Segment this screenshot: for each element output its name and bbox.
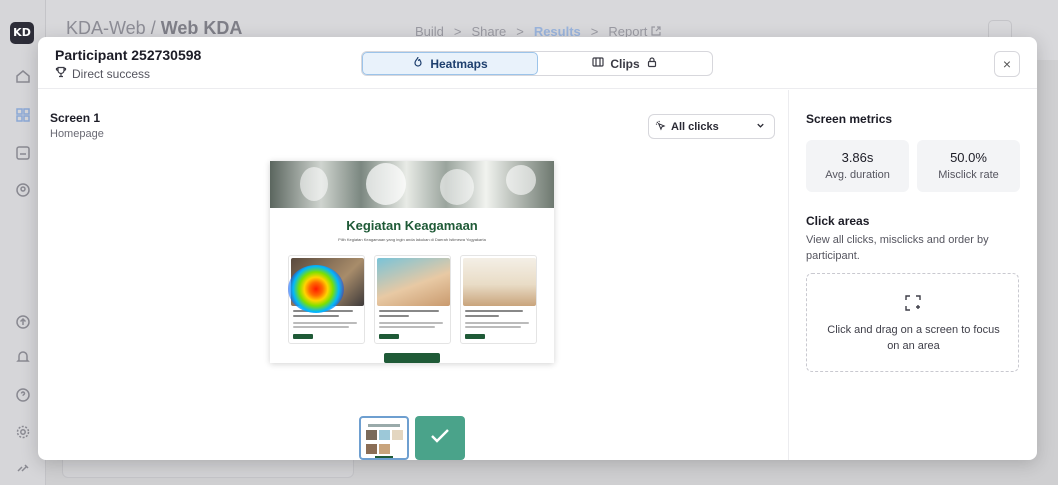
drop-zone-text: Click and drag on a screen to focus on a… (827, 324, 1000, 352)
close-icon: × (1002, 56, 1012, 72)
status-text: Direct success (72, 66, 151, 81)
trophy-icon (55, 66, 67, 81)
home-icon[interactable] (13, 66, 33, 86)
metric-value: 3.86s (841, 150, 874, 165)
screen-metrics-title: Screen metrics (806, 112, 893, 126)
grid-icon[interactable] (13, 105, 33, 125)
click-areas-description: View all clicks, misclicks and order by … (806, 234, 989, 262)
participant-modal: Participant 252730598 Direct success Hea… (38, 37, 1037, 460)
metric-avg-duration: 3.86s Avg. duration (806, 140, 909, 192)
breadcrumb-separator: / (150, 18, 156, 38)
screen-title: Screen 1 (50, 111, 101, 125)
participant-title: Participant 252730598 (55, 47, 202, 63)
clicks-filter-label: All clicks (671, 120, 719, 133)
preview-card (374, 255, 451, 344)
breadcrumb-project[interactable]: KDA-Web (66, 18, 146, 38)
preview-more-button (384, 353, 440, 363)
inbox-icon[interactable] (13, 143, 33, 163)
tab-heatmaps-label: Heatmaps (430, 56, 488, 71)
preview-title: Kegiatan Keagamaan (346, 218, 478, 233)
flame-icon (412, 56, 424, 71)
upload-icon[interactable] (13, 312, 33, 332)
bell-icon[interactable] (13, 347, 33, 367)
metric-label: Avg. duration (825, 169, 890, 181)
close-button[interactable]: × (994, 51, 1020, 77)
breadcrumb-page: Web KDA (160, 18, 243, 38)
participant-status: Direct success (55, 66, 150, 81)
tab-clips-label: Clips (610, 56, 640, 71)
screen-preview[interactable]: Kegiatan Keagamaan Pilih Kegiatan Keagam… (270, 161, 554, 363)
cursor-click-icon (655, 120, 666, 134)
app-logo[interactable]: KD (10, 22, 34, 44)
thumbnail-success-screen[interactable] (415, 416, 465, 460)
click-area-drop-zone[interactable]: Click and drag on a screen to focus on a… (806, 273, 1019, 372)
help-icon[interactable] (13, 385, 33, 405)
settings-icon[interactable] (13, 422, 33, 442)
tab-clips[interactable]: Clips (538, 52, 712, 75)
tab-heatmaps[interactable]: Heatmaps (362, 52, 538, 75)
chevron-down-icon (755, 120, 766, 134)
metric-label: Misclick rate (938, 169, 999, 181)
preview-subtitle: Pilih Kegiatan Keagamaan yang ingin anda… (338, 237, 486, 242)
screen-subtitle: Homepage (50, 128, 104, 140)
thumbnail-screen-1[interactable] (359, 416, 409, 460)
metric-value: 50.0% (950, 150, 987, 165)
breadcrumb: KDA-Web / Web KDA (66, 18, 242, 39)
view-toggle: Heatmaps Clips (361, 51, 713, 76)
check-icon (427, 423, 453, 454)
preview-hero-image (270, 161, 554, 208)
link-icon[interactable] (13, 458, 33, 478)
film-icon (592, 56, 604, 71)
clicks-filter-select[interactable]: All clicks (648, 114, 775, 139)
select-area-icon (904, 294, 922, 312)
modal-header: Participant 252730598 Direct success Hea… (38, 37, 1037, 89)
lock-icon (646, 56, 658, 71)
metric-misclick-rate: 50.0% Misclick rate (917, 140, 1020, 192)
click-areas-title: Click areas (806, 214, 870, 228)
preview-card (460, 255, 537, 344)
heatmap-hotspot (288, 265, 344, 313)
user-circle-icon[interactable] (13, 180, 33, 200)
metrics-panel: Screen metrics 3.86s Avg. duration 50.0%… (788, 90, 1037, 460)
